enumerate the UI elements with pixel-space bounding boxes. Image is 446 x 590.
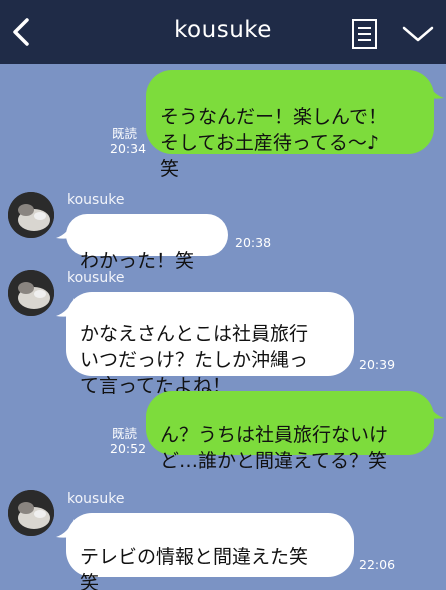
message-text: わかった！笑 bbox=[80, 250, 195, 272]
chat-header: kousuke bbox=[0, 0, 446, 64]
sender-name: kousuke bbox=[67, 192, 125, 208]
message-bubble[interactable]: テレビの情報と間違えた笑 笑 bbox=[66, 513, 354, 590]
avatar[interactable] bbox=[8, 270, 54, 316]
message-time: 20:39 bbox=[359, 357, 396, 372]
message-time: 22:06 bbox=[359, 557, 396, 572]
message-time: 20:52 bbox=[110, 441, 147, 456]
avatar[interactable] bbox=[8, 490, 54, 536]
sender-name: kousuke bbox=[67, 491, 125, 507]
message-text: そうなんだー！楽しんで！ そしてお土産待ってる〜♪ 笑 bbox=[160, 106, 388, 180]
avatar-image bbox=[8, 490, 54, 536]
menu-button[interactable] bbox=[401, 20, 435, 48]
message-read-status: 既読 bbox=[112, 426, 138, 441]
chevron-down-icon bbox=[402, 26, 434, 42]
message-bubble[interactable]: そうなんだー！楽しんで！ そしてお土産待ってる〜♪ 笑 bbox=[146, 70, 434, 180]
message-bubble[interactable]: ん？うちは社員旅行ないけ ど…誰かと間違えてる？笑 bbox=[146, 391, 434, 472]
message-bubble[interactable]: わかった！笑 bbox=[66, 214, 228, 272]
avatar[interactable] bbox=[8, 192, 54, 238]
message-text: テレビの情報と間違えた笑 笑 bbox=[80, 546, 309, 590]
message-text: かなえさんとこは社員旅行 いつだっけ？たしか沖縄っ て言ってたよね！ bbox=[80, 323, 309, 397]
notes-icon bbox=[352, 19, 377, 49]
notes-button[interactable] bbox=[350, 18, 380, 50]
message-read-status: 既読 bbox=[112, 126, 138, 141]
avatar-image bbox=[8, 270, 54, 316]
message-bubble[interactable]: かなえさんとこは社員旅行 いつだっけ？たしか沖縄っ て言ってたよね！ bbox=[66, 292, 354, 397]
message-time: 20:34 bbox=[110, 141, 147, 156]
sender-name: kousuke bbox=[67, 270, 125, 286]
avatar-image bbox=[8, 192, 54, 238]
message-time: 20:38 bbox=[235, 235, 272, 250]
message-text: ん？うちは社員旅行ないけ ど…誰かと間違えてる？笑 bbox=[160, 424, 389, 472]
